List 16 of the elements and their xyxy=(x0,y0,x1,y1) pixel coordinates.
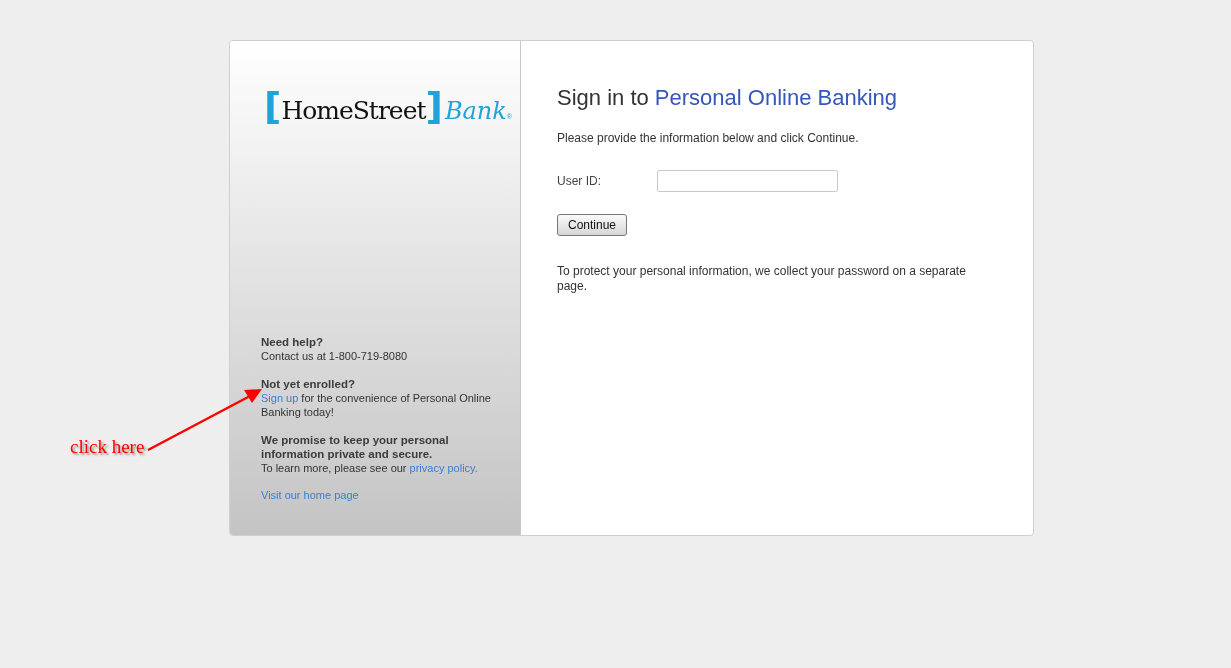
continue-button[interactable]: Continue xyxy=(557,214,628,236)
help-text: Contact us at 1-800-719-8080 xyxy=(261,350,408,362)
privacy-policy-link[interactable]: privacy policy. xyxy=(409,462,478,474)
enroll-text: Sign up for the convenience of Personal Online Banking today! xyxy=(261,391,492,419)
help-title: Need help? xyxy=(261,335,324,349)
privacy-text: To learn more, please see our privacy policy. xyxy=(261,461,479,475)
privacy-title: We promise to keep your personal information private and secure. xyxy=(261,433,450,461)
password-note: To protect your personal information, we collect your password on a separate page. xyxy=(557,264,967,294)
instructions-text: Please provide the information below and click Continue. xyxy=(557,131,860,145)
page-heading: Sign in to Personal Online Banking xyxy=(557,85,898,111)
enroll-title: Not yet enrolled? xyxy=(261,377,356,391)
sign-up-link[interactable]: Sign up xyxy=(261,392,299,404)
user-id-field[interactable] xyxy=(657,170,838,192)
user-id-label: User ID: xyxy=(557,174,602,188)
annotation-text: click here xyxy=(70,436,145,458)
home-page-link[interactable]: Visit our home page xyxy=(261,489,359,501)
